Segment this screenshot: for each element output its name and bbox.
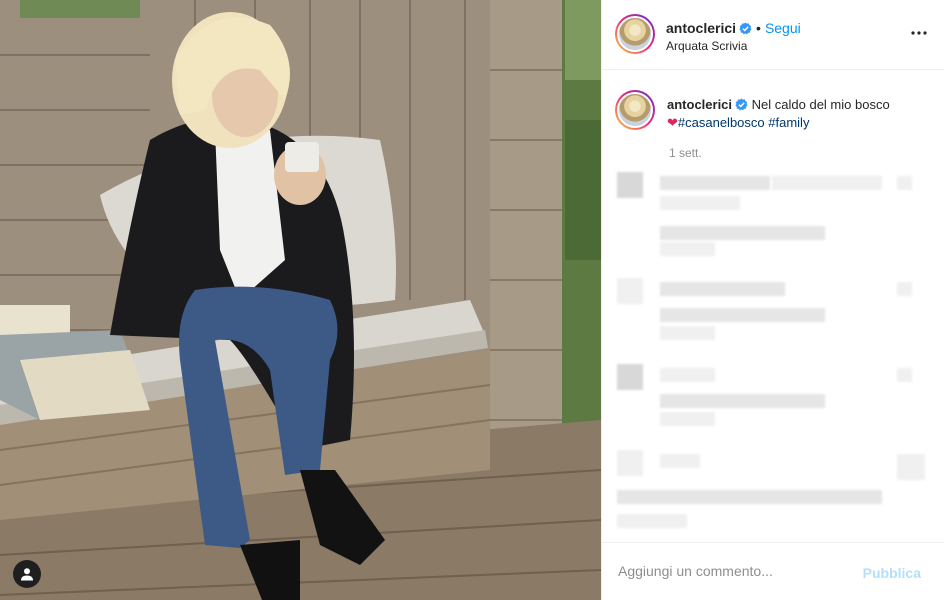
post-photo[interactable] bbox=[0, 0, 601, 600]
post-header: antoclerici • Segui Arquata Scrivia bbox=[602, 0, 944, 70]
comment-line bbox=[660, 412, 715, 426]
comment-line bbox=[660, 196, 740, 210]
comment-line bbox=[660, 454, 700, 468]
comment-line bbox=[660, 394, 825, 408]
heart-emoji: ❤ bbox=[667, 115, 678, 130]
comment-line bbox=[660, 282, 785, 296]
comment-avatar[interactable] bbox=[617, 172, 643, 198]
caption-body: Nel caldo del mio bosco bbox=[751, 97, 890, 112]
comment-line bbox=[660, 176, 770, 190]
user-tag-button[interactable] bbox=[13, 560, 41, 588]
post-caption: antoclerici Nel caldo del mio bosco ❤#ca… bbox=[602, 70, 944, 150]
location-link[interactable]: Arquata Scrivia bbox=[666, 39, 747, 53]
post-timestamp[interactable]: 1 sett. bbox=[669, 146, 702, 160]
comment-like-icon[interactable] bbox=[897, 368, 912, 382]
verified-badge-icon bbox=[735, 98, 748, 111]
comment-avatar[interactable] bbox=[617, 364, 643, 390]
user-tag-icon bbox=[21, 568, 33, 581]
more-options-icon[interactable] bbox=[910, 24, 928, 42]
comment-like-icon[interactable] bbox=[897, 176, 912, 190]
follow-button[interactable]: Segui bbox=[765, 20, 801, 36]
comment-line bbox=[772, 176, 882, 190]
comment-input[interactable] bbox=[618, 563, 848, 579]
comment-line bbox=[660, 326, 715, 340]
photo-illustration bbox=[0, 0, 601, 600]
comment-line bbox=[660, 368, 715, 382]
instagram-post-modal: antoclerici • Segui Arquata Scrivia antocl… bbox=[0, 0, 944, 600]
add-comment-bar: Pubblica bbox=[602, 542, 944, 600]
post-side-panel: antoclerici • Segui Arquata Scrivia antocl… bbox=[601, 0, 944, 600]
verified-badge-icon bbox=[739, 22, 752, 35]
comment-like-icon[interactable] bbox=[897, 454, 925, 480]
caption-username[interactable]: antoclerici bbox=[667, 97, 732, 112]
comment-avatar[interactable] bbox=[617, 278, 643, 304]
comment-line bbox=[617, 490, 882, 504]
comment-line bbox=[660, 242, 715, 256]
hashtag-link[interactable]: #casanelbosco bbox=[678, 115, 765, 130]
author-avatar[interactable] bbox=[615, 14, 655, 54]
separator-dot: • bbox=[756, 20, 761, 36]
caption-text: antoclerici Nel caldo del mio bosco ❤#ca… bbox=[667, 96, 927, 132]
comment-avatar[interactable] bbox=[617, 450, 643, 476]
comment-like-icon[interactable] bbox=[897, 282, 912, 296]
publish-button[interactable]: Pubblica bbox=[863, 565, 921, 581]
caption-author-avatar[interactable] bbox=[615, 90, 655, 130]
comment-line bbox=[617, 514, 687, 528]
comments-list bbox=[602, 168, 944, 542]
author-line: antoclerici • Segui bbox=[666, 20, 801, 36]
comment-line bbox=[660, 308, 825, 322]
comment-line bbox=[660, 226, 825, 240]
author-username[interactable]: antoclerici bbox=[666, 20, 736, 36]
hashtag-link[interactable]: #family bbox=[768, 115, 809, 130]
